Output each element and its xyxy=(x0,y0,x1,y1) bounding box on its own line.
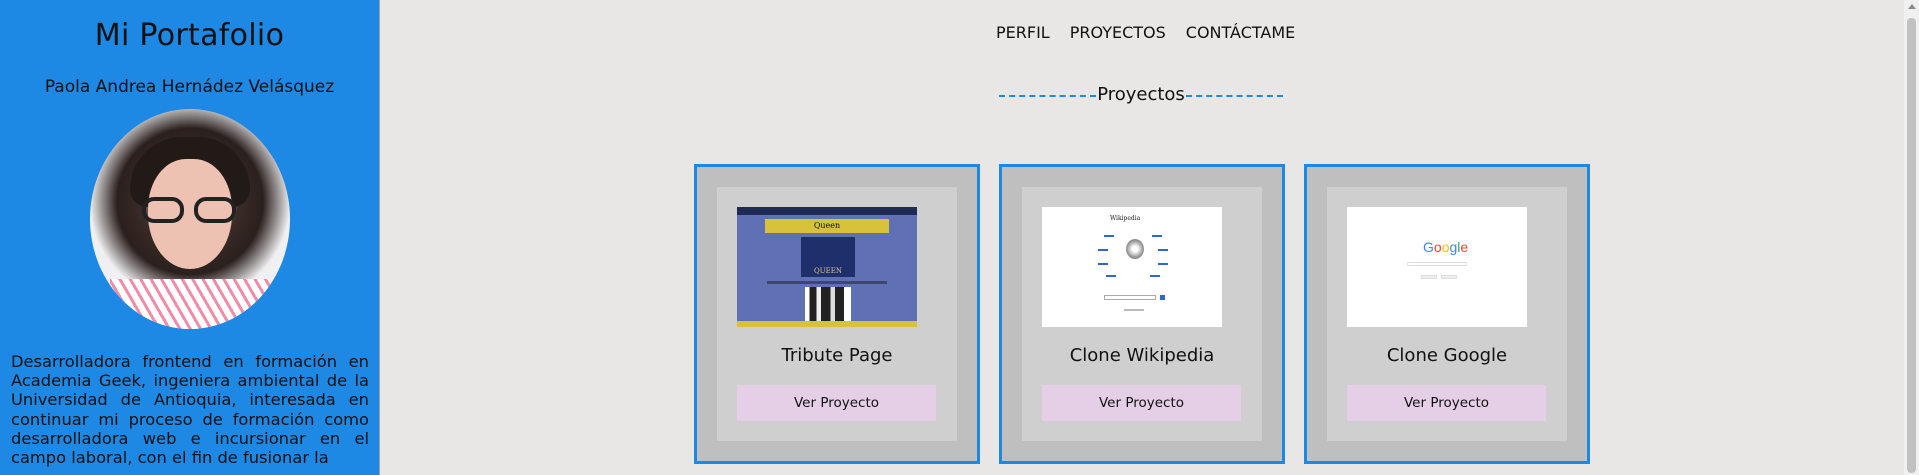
bio-text: Desarrolladora frontend en formación en … xyxy=(11,352,369,468)
project-thumbnail[interactable]: Google xyxy=(1347,207,1527,327)
divider xyxy=(1185,94,1284,97)
nav-contactame[interactable]: CONTÁCTAME xyxy=(1186,23,1296,42)
top-nav: PERFIL PROYECTOS CONTÁCTAME xyxy=(996,23,1295,42)
view-project-button[interactable]: Ver Proyecto xyxy=(1347,385,1546,421)
section-heading: Proyectos xyxy=(999,84,1284,105)
project-card-tribute: Queen QUEEN Tribute Page Ver Proyecto xyxy=(694,164,980,464)
scrollbar-thumb[interactable] xyxy=(1907,18,1916,473)
author-name: Paola Andrea Hernádez Velásquez xyxy=(44,77,335,97)
nav-perfil[interactable]: PERFIL xyxy=(996,23,1050,42)
crest-icon: QUEEN xyxy=(801,237,855,277)
globe-icon xyxy=(1126,239,1144,259)
project-thumbnail[interactable]: Queen QUEEN xyxy=(737,207,917,327)
page-scrollbar[interactable] xyxy=(1904,0,1919,475)
project-card-inner: Queen QUEEN Tribute Page Ver Proyecto xyxy=(717,187,957,441)
thumbnail-heading: Queen xyxy=(765,219,889,233)
nav-proyectos[interactable]: PROYECTOS xyxy=(1070,23,1166,42)
project-card-inner: Wikipedia Clone Wikipedia Ver Proyecto xyxy=(1022,187,1262,441)
google-logo: Google xyxy=(1423,239,1469,255)
project-title: Tribute Page xyxy=(781,345,893,366)
section-title: Proyectos xyxy=(1097,84,1185,105)
portfolio-title: Mi Portafolio xyxy=(94,18,285,53)
avatar xyxy=(89,109,290,329)
project-title: Clone Google xyxy=(1386,345,1508,366)
project-title: Clone Wikipedia xyxy=(1069,345,1215,366)
thumbnail-heading: Wikipedia xyxy=(1110,215,1141,222)
project-card-inner: Google Clone Google Ver Proyecto xyxy=(1327,187,1567,441)
chevron-up-icon[interactable] xyxy=(1908,4,1916,9)
project-thumbnail[interactable]: Wikipedia xyxy=(1042,207,1222,327)
project-card-wikipedia: Wikipedia Clone Wikipedia Ver Proyecto xyxy=(999,164,1285,464)
sidebar: Mi Portafolio Paola Andrea Hernádez Velá… xyxy=(0,0,380,475)
view-project-button[interactable]: Ver Proyecto xyxy=(737,385,936,421)
glasses-icon xyxy=(140,197,240,225)
project-card-google: Google Clone Google Ver Proyecto xyxy=(1304,164,1590,464)
view-project-button[interactable]: Ver Proyecto xyxy=(1042,385,1241,421)
band-photo xyxy=(805,287,851,321)
divider xyxy=(999,94,1097,97)
